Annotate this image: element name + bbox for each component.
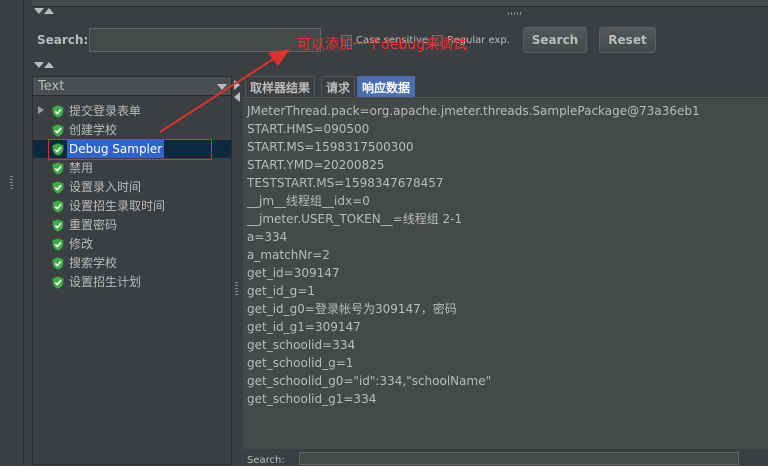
response-line: TESTSTART.MS=1598347678457 [247, 176, 444, 190]
collapse-up-icon-2[interactable] [44, 62, 54, 68]
response-line: START.MS=1598317500300 [247, 140, 414, 154]
search-button[interactable]: Search [523, 27, 587, 53]
success-shield-icon [52, 218, 64, 232]
tab-underline [243, 97, 768, 98]
tree-item[interactable]: 禁用 [52, 159, 93, 177]
tree-item-label: 修改 [69, 237, 94, 251]
tree-item[interactable]: 修改 [52, 235, 93, 253]
split-handle-top[interactable] [508, 12, 522, 15]
expand-arrow-icon[interactable] [38, 106, 44, 114]
response-line: get_schoolid_g1=334 [247, 392, 377, 406]
response-line: get_schoolid_g=1 [247, 356, 354, 370]
collapse-down-icon[interactable] [34, 8, 44, 14]
reset-button[interactable]: Reset [599, 27, 656, 53]
response-line: __jm__线程组__idx=0 [247, 194, 370, 208]
splitter-handle[interactable] [235, 282, 238, 296]
success-shield-icon [52, 275, 64, 289]
success-shield-icon [52, 180, 64, 194]
response-line: get_schoolid=334 [247, 338, 356, 352]
annotation-arrow [159, 49, 290, 133]
success-shield-icon [52, 256, 64, 270]
response-line: get_schoolid_g0="id":334,"schoolName" [247, 374, 492, 388]
tree-item[interactable]: 设置招生计划 [52, 273, 141, 291]
tab-response-data[interactable]: 响应数据 [357, 76, 416, 98]
tree-item[interactable]: 搜索学校 [52, 254, 117, 272]
response-line: get_id=309147 [247, 266, 340, 280]
top-collapsed-bar [32, 0, 768, 7]
tree-item-label: 重置密码 [69, 218, 118, 232]
tree-item-label: 创建学校 [69, 123, 118, 137]
success-shield-icon [52, 104, 64, 118]
success-shield-icon [52, 123, 64, 137]
annotation-text: 可以添加一个debug来调试 [297, 37, 468, 53]
tree-item-label: 提交登录表单 [69, 104, 142, 118]
tree-item-label: 设置录入时间 [69, 180, 142, 194]
tree-item[interactable]: 创建学校 [52, 121, 117, 139]
annotation-highlight-box [48, 139, 212, 160]
success-shield-icon [52, 237, 64, 251]
tree-item[interactable]: 重置密码 [52, 216, 117, 234]
tree-item-label: 设置招生录取时间 [69, 199, 166, 213]
tree-item-label: 禁用 [69, 161, 94, 175]
tab-request[interactable]: 请求 [321, 76, 356, 98]
bottom-search-label: Search: [247, 455, 285, 466]
response-line: get_id_g0=登录帐号为309147，密码 [247, 302, 457, 316]
tree-item[interactable]: 提交登录表单 [52, 102, 141, 120]
success-shield-icon [52, 161, 64, 175]
response-line: get_id_g=1 [247, 284, 315, 298]
bottom-search-input[interactable] [299, 452, 739, 465]
tree-item-label: 设置招生计划 [69, 275, 142, 289]
tree-item[interactable]: 设置招生录取时间 [52, 197, 165, 215]
response-line: get_id_g1=309147 [247, 320, 361, 334]
search-label: Search: [37, 33, 89, 47]
success-shield-icon [52, 199, 64, 213]
tree-view-label: Text [38, 79, 65, 94]
response-line: a_matchNr=2 [247, 248, 330, 262]
response-line: START.YMD=20200825 [247, 158, 385, 172]
response-line: __jmeter.USER_TOKEN__=线程组 2-1 [247, 212, 463, 226]
left-edge-strip [0, 0, 24, 465]
response-line: a=334 [247, 230, 288, 244]
tree-item[interactable]: 设置录入时间 [52, 178, 141, 196]
response-line: JMeterThread.pack=org.apache.jmeter.thre… [247, 104, 700, 118]
tree-item-label: 搜索学校 [69, 256, 118, 270]
drag-handle[interactable] [10, 176, 13, 190]
collapse-down-icon-2[interactable] [34, 62, 44, 68]
collapse-up-icon[interactable] [44, 8, 54, 14]
